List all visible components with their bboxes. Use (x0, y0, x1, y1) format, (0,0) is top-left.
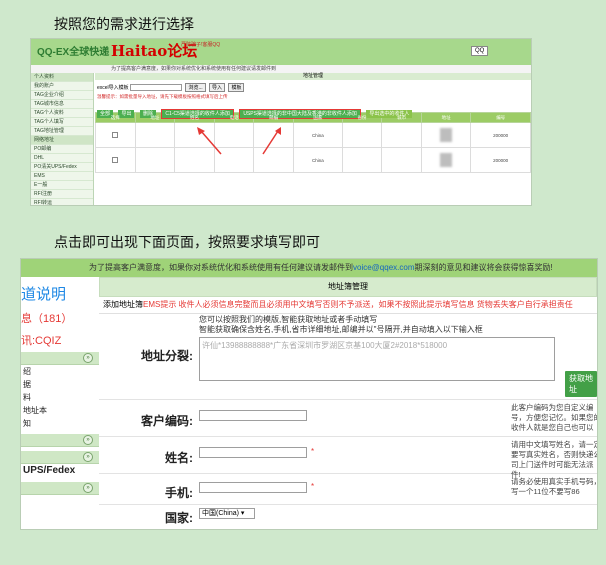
address-parse-area: 您可以按照我们的模版,智能获取地址或者手动填写 智能获取确保含姓名,手机,省市详… (199, 315, 561, 381)
sidebar-item[interactable]: 料 (21, 391, 99, 404)
screenshot-address-list: QQ-EX全球快递 Haitao论坛 严防骗子!客服QQ QQ 为了提高客户满意… (30, 38, 532, 206)
sidebar-code: 讯:CQIZ (21, 335, 62, 347)
customer-code-help: 此客户编码为您自定义编号，方便您记忆。如果您的收件人就是您自己也可以 (511, 403, 598, 432)
sidebar-section-header[interactable]: » (21, 451, 99, 464)
warning-text: EMS提示 收件人必须信息完整而且必须用中文填写否则不予派送，如果不按照此提示填… (143, 300, 573, 309)
arrow-1-line (200, 130, 222, 155)
arrow-2-line (262, 130, 279, 155)
collapse-icon[interactable]: » (83, 452, 93, 462)
customer-code-label: 客户编码: (141, 414, 193, 428)
collapse-icon[interactable]: » (83, 353, 93, 363)
get-address-button[interactable]: 获取地址 (565, 371, 597, 397)
sidebar-section-header[interactable]: » (21, 352, 99, 365)
sidebar-item[interactable]: 知 (21, 417, 99, 430)
sidebar-item[interactable]: 地址本 (21, 404, 99, 417)
notice-pre: 为了提高客户满意度，如果你对系统优化和系统使用有任何建议请发邮件到 (89, 263, 353, 272)
warning-label: 添加地址簿 (103, 300, 143, 309)
phone-input[interactable] (199, 482, 307, 493)
sidebar-section-header[interactable]: » (21, 482, 99, 495)
screenshot-address-form: 为了提高客户满意度，如果你对系统优化和系统使用有任何建议请发邮件到voice@q… (20, 258, 598, 530)
sidebar-item[interactable]: 据 (21, 378, 99, 391)
required-star: * (311, 447, 315, 456)
address-parse-textarea[interactable]: 许仙*13988888888*广东省深圳市罗湖区京基100大厦2#2018*51… (199, 337, 555, 381)
customer-code-row: 客户编码: 此客户编码为您自定义编号，方便您记忆。如果您的收件人就是您自己也可以 (99, 400, 597, 437)
name-row: 姓名: * 请用中文填写姓名，请一定要写真实姓名，否则快递公司上门送件时可能无法… (99, 437, 597, 479)
country-select[interactable]: 中国(China) ▾ (199, 508, 255, 519)
annotation-arrows (197, 127, 281, 155)
country-select-value: 中国(China) (202, 510, 239, 517)
feedback-email-link[interactable]: voice@qqex.com (353, 263, 414, 272)
form-panel: 地址簿管理 添加地址簿EMS提示 收件人必须信息完整而且必须用中文填写否则不予派… (99, 277, 597, 529)
feedback-notice: 为了提高客户满意度，如果你对系统优化和系统使用有任何建议请发邮件到voice@q… (21, 259, 597, 277)
page-title: 地址簿管理 (99, 277, 597, 297)
parse-desc-2: 智能获取确保含姓名,手机,省市详细地址,邮编并以"号隔开,并自动填入以下输入框 (199, 325, 483, 334)
phone-help: 请务必使用真实手机号码，写一个11位不要写86 (511, 477, 598, 496)
instruction-step1: 按照您的需求进行选择 (54, 16, 194, 32)
country-label: 国家: (165, 511, 193, 525)
collapse-icon[interactable]: » (83, 483, 93, 493)
sidebar: 道说明 息（181） 讯:CQIZ » 绍据料地址本知 » » UPS/Fede… (21, 277, 99, 529)
address-parse-row: 地址分裂: 您可以按照我们的模版,智能获取地址或者手动填写 智能获取确保含姓名,… (99, 313, 597, 400)
parse-desc-1: 您可以按照我们的模版,智能获取地址或者手动填写 (199, 315, 378, 324)
name-input[interactable] (199, 447, 307, 458)
address-parse-label: 地址分裂: (141, 349, 193, 363)
sidebar-messages[interactable]: 息（181） (21, 310, 99, 326)
sidebar-title: 道说明 (21, 286, 67, 303)
notice-post: 期深刻的意见和建议将会获得惊喜奖励! (414, 263, 553, 272)
required-star: * (311, 482, 315, 491)
name-label: 姓名: (165, 451, 193, 465)
sidebar-section-header[interactable]: » (21, 434, 99, 447)
country-row: 国家: 中国(China) ▾ (99, 505, 597, 529)
form-warning: 添加地址簿EMS提示 收件人必须信息完整而且必须用中文填写否则不予派送，如果不按… (99, 297, 597, 314)
phone-row: 手机: * 请务必使用真实手机号码，写一个11位不要写86 (99, 474, 597, 505)
instruction-step2: 点击即可出现下面页面，按照要求填写即可 (54, 234, 320, 250)
sidebar-item[interactable]: 绍 (21, 365, 99, 378)
sidebar-ups-fedex[interactable]: UPS/Fedex (21, 464, 99, 478)
collapse-icon[interactable]: » (83, 435, 93, 445)
customer-code-input[interactable] (199, 410, 307, 421)
phone-label: 手机: (165, 486, 193, 500)
